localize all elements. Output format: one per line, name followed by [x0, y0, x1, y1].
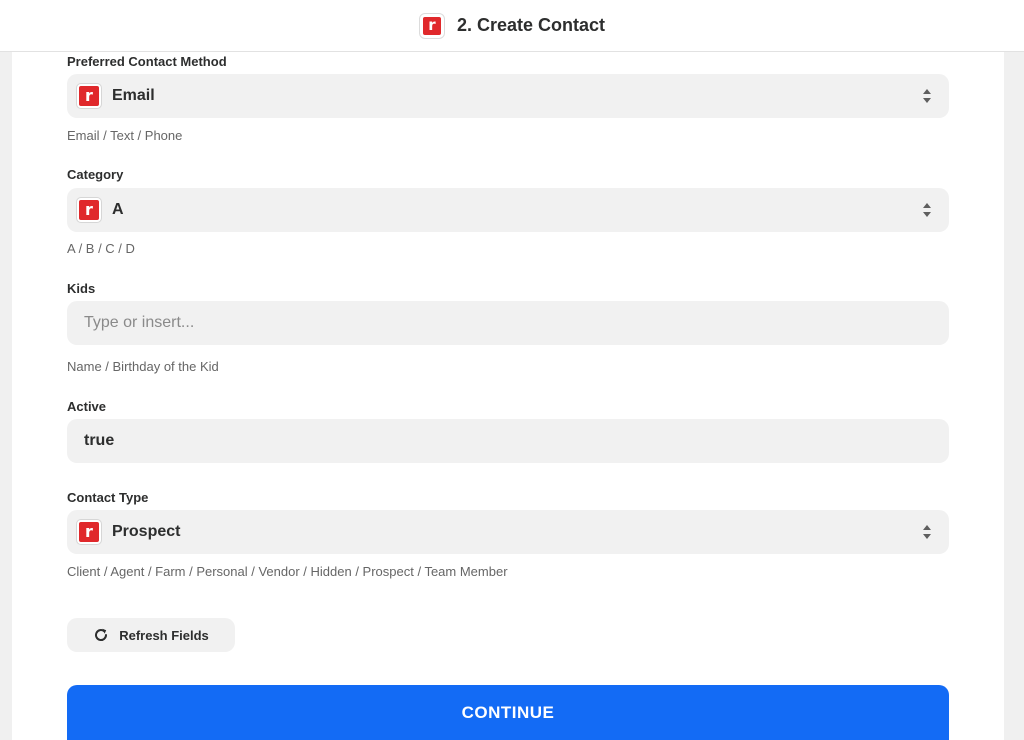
refresh-fields-button[interactable]: Refresh Fields	[67, 618, 235, 652]
preferred-contact-method-label: Preferred Contact Method	[67, 54, 227, 69]
category-hint: A / B / C / D	[67, 241, 135, 256]
step-header: r 2. Create Contact	[0, 0, 1024, 52]
active-label: Active	[67, 399, 107, 414]
select-updown-chevron-icon	[923, 203, 931, 217]
app-logo-icon: r	[76, 519, 102, 545]
contact-type-select[interactable]: r Prospect	[67, 510, 949, 554]
form-panel: Preferred Contact Method r Email Email /…	[12, 52, 1004, 740]
app-logo-icon: r	[418, 12, 445, 39]
contact-type-label: Contact Type	[67, 490, 149, 505]
kids-placeholder: Type or insert...	[84, 314, 195, 331]
page-background-edge	[1004, 52, 1024, 740]
category-select[interactable]: r A	[67, 188, 949, 232]
category-value: A	[112, 201, 124, 218]
step-title: 2. Create Contact	[456, 15, 606, 35]
refresh-icon	[95, 628, 108, 641]
step-header-content: r 2. Create Contact	[418, 12, 606, 39]
app-logo-letter: r	[79, 522, 99, 542]
app-logo-icon: r	[76, 197, 102, 223]
app-logo-letter: r	[79, 86, 99, 106]
kids-input[interactable]: Type or insert...	[67, 301, 949, 345]
preferred-contact-method-value: Email	[112, 87, 155, 104]
select-updown-chevron-icon	[923, 89, 931, 103]
kids-label: Kids	[67, 281, 96, 296]
app-logo-letter: r	[422, 16, 441, 35]
active-value: true	[84, 432, 115, 449]
kids-hint: Name / Birthday of the Kid	[67, 359, 219, 374]
active-input[interactable]: true	[67, 419, 949, 463]
preferred-contact-method-select[interactable]: r Email	[67, 74, 949, 118]
contact-type-value: Prospect	[112, 523, 181, 540]
contact-type-hint: Client / Agent / Farm / Personal / Vendo…	[67, 564, 508, 579]
refresh-fields-label: Refresh Fields	[119, 627, 209, 643]
category-label: Category	[67, 167, 124, 182]
preferred-contact-method-hint: Email / Text / Phone	[67, 128, 183, 143]
app-logo-icon: r	[76, 83, 102, 109]
select-updown-chevron-icon	[923, 525, 931, 539]
continue-button[interactable]: CONTINUE	[67, 685, 949, 740]
app-logo-letter: r	[79, 200, 99, 220]
